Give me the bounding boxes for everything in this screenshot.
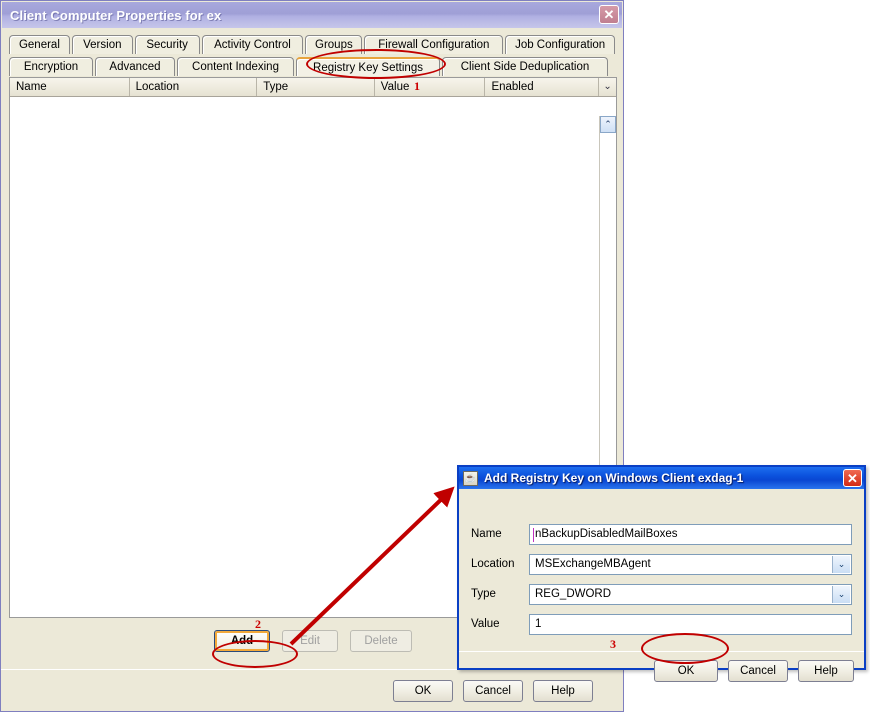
value-field-row: Value 1 <box>471 613 852 635</box>
value-input[interactable]: 1 <box>529 613 852 635</box>
annotation-marker-1: 1 <box>414 79 420 93</box>
text-caret <box>533 527 534 542</box>
name-label: Name <box>471 528 502 540</box>
java-coffee-cup-icon: ☕ <box>463 470 478 486</box>
dialog-title: Add Registry Key on Windows Client exdag… <box>484 471 744 485</box>
type-field-row: Type REG_DWORD ⌄ <box>471 583 852 605</box>
location-label: Location <box>471 558 515 570</box>
tab-version[interactable]: Version <box>71 35 133 54</box>
type-value: REG_DWORD <box>535 588 612 600</box>
value-label: Value <box>471 618 500 630</box>
dialog-help-button[interactable]: Help <box>798 660 854 682</box>
chevron-down-icon[interactable]: ⌄ <box>832 555 850 573</box>
chevron-down-icon[interactable]: ⌄ <box>832 585 850 603</box>
tab-row-secondary: Encryption Advanced Content Indexing Reg… <box>9 56 617 76</box>
tab-job-configuration[interactable]: Job Configuration <box>505 35 615 54</box>
close-icon[interactable]: ✕ <box>599 5 619 24</box>
column-header-value[interactable]: Value <box>375 78 486 96</box>
edit-button: Edit <box>282 630 338 652</box>
tab-row-primary: General Version Security Activity Contro… <box>9 34 617 54</box>
screenshot-root: Client Computer Properties for ex ✕ Gene… <box>0 0 870 712</box>
dialog-cancel-button[interactable]: Cancel <box>728 660 788 682</box>
name-input-value: nBackupDisabledMailBoxes <box>535 528 678 540</box>
dialog-separator <box>459 651 864 652</box>
annotation-marker-3: 3 <box>610 637 616 651</box>
table-header-row: Name Location Type Value Enabled ⌄ <box>10 78 616 97</box>
ok-button[interactable]: OK <box>393 679 453 702</box>
value-input-value: 1 <box>535 618 542 630</box>
tab-general[interactable]: General <box>9 35 70 54</box>
location-value: MSExchangeMBAgent <box>535 558 651 570</box>
type-combobox[interactable]: REG_DWORD ⌄ <box>529 583 852 605</box>
column-header-enabled[interactable]: Enabled <box>485 78 600 96</box>
type-label: Type <box>471 588 496 600</box>
annotation-marker-2: 2 <box>255 617 261 631</box>
tab-firewall-configuration[interactable]: Firewall Configuration <box>364 35 504 54</box>
column-header-type[interactable]: Type <box>257 78 375 96</box>
tab-content-indexing[interactable]: Content Indexing <box>177 57 294 76</box>
add-button[interactable]: Add <box>214 630 270 652</box>
chevron-double-down-icon[interactable]: ⌄ <box>599 78 616 96</box>
column-header-name[interactable]: Name <box>10 78 130 96</box>
tab-strip: General Version Security Activity Contro… <box>9 34 617 76</box>
dialog-titlebar[interactable]: ☕ Add Registry Key on Windows Client exd… <box>459 467 864 489</box>
tab-security[interactable]: Security <box>134 35 200 54</box>
add-registry-key-dialog: ☕ Add Registry Key on Windows Client exd… <box>457 465 866 682</box>
dialog-button-bar: OK Cancel Help <box>654 660 854 682</box>
tab-encryption[interactable]: Encryption <box>9 57 93 76</box>
name-input[interactable]: nBackupDisabledMailBoxes <box>529 523 852 545</box>
main-window-titlebar[interactable]: Client Computer Properties for ex ✕ <box>2 2 622 28</box>
name-field-row: Name nBackupDisabledMailBoxes <box>471 523 852 545</box>
tab-advanced[interactable]: Advanced <box>95 57 175 76</box>
tab-activity-control[interactable]: Activity Control <box>201 35 304 54</box>
delete-button: Delete <box>350 630 412 652</box>
tab-groups[interactable]: Groups <box>305 35 363 54</box>
main-window-title: Client Computer Properties for ex <box>10 7 222 23</box>
close-icon[interactable]: ✕ <box>843 469 862 487</box>
column-header-location[interactable]: Location <box>130 78 258 96</box>
location-combobox[interactable]: MSExchangeMBAgent ⌄ <box>529 553 852 575</box>
dialog-ok-button[interactable]: OK <box>654 660 718 682</box>
dialog-body: Name nBackupDisabledMailBoxes Location M… <box>459 489 864 690</box>
tab-registry-key-settings[interactable]: Registry Key Settings <box>296 57 440 76</box>
location-field-row: Location MSExchangeMBAgent ⌄ <box>471 553 852 575</box>
tab-client-side-deduplication[interactable]: Client Side Deduplication <box>442 57 608 76</box>
scroll-up-icon[interactable]: ⌃ <box>600 116 616 133</box>
